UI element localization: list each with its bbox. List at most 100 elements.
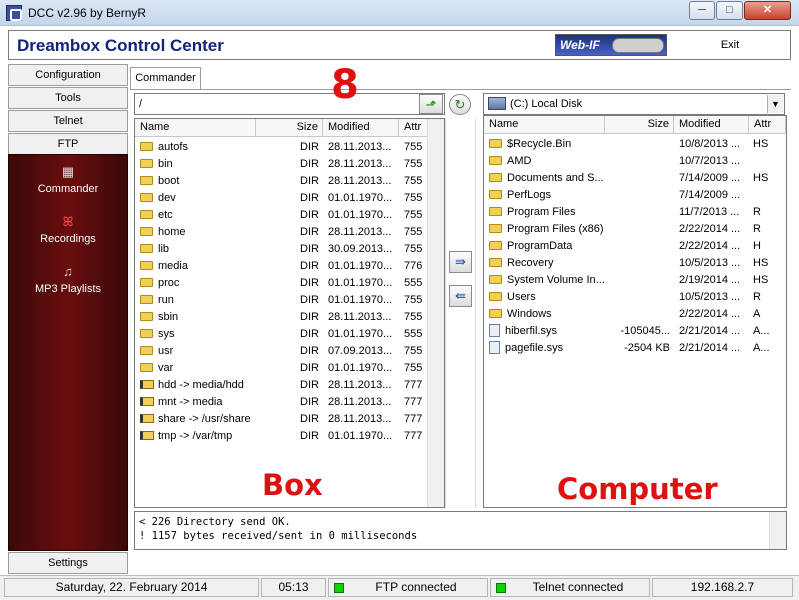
- column-header-size[interactable]: Size: [605, 116, 674, 134]
- list-item[interactable]: mnt -> media DIR 28.11.2013... 777: [135, 394, 444, 411]
- cell-attr: 755: [404, 190, 430, 207]
- column-header-modified[interactable]: Modified: [323, 119, 399, 137]
- parent-directory-icon[interactable]: ⬏: [419, 94, 443, 114]
- column-header-name[interactable]: Name: [484, 116, 605, 134]
- nav-item-recordings[interactable]: ꕤ Recordings: [9, 215, 127, 246]
- column-header-size[interactable]: Size: [256, 119, 323, 137]
- cell-text: share -> /usr/share: [158, 413, 251, 425]
- tab-commander[interactable]: Commander: [130, 67, 201, 90]
- cell-attr: 555: [404, 326, 430, 343]
- list-item[interactable]: Users 10/5/2013 ... R: [484, 289, 786, 306]
- list-item[interactable]: bin DIR 28.11.2013... 755: [135, 156, 444, 173]
- list-item[interactable]: proc DIR 01.01.1970... 555: [135, 275, 444, 292]
- app-name: Dreambox Control Center: [17, 36, 224, 55]
- computer-file-list[interactable]: Name Size Modified Attr $Recycle.Bin 10/8…: [483, 115, 787, 508]
- list-item[interactable]: hdd -> media/hdd DIR 28.11.2013... 777: [135, 377, 444, 394]
- list-item[interactable]: autofs DIR 28.11.2013... 755: [135, 139, 444, 156]
- cell-text: A...: [753, 342, 770, 354]
- box-file-list[interactable]: Name Size Modified Attr autofs DIR 28.11.2…: [134, 118, 445, 508]
- cell-modified: 28.11.2013...: [328, 377, 400, 394]
- list-item[interactable]: pagefile.sys -2504 KB 2/21/2014 ... A...: [484, 340, 786, 357]
- nav-telnet[interactable]: Telnet: [8, 110, 128, 132]
- cell-text: 755: [404, 141, 423, 153]
- list-item[interactable]: Program Files 11/7/2013 ... R: [484, 204, 786, 221]
- status-time: 05:13: [261, 578, 326, 597]
- column-header-modified[interactable]: Modified: [674, 116, 749, 134]
- list-item[interactable]: Windows 2/22/2014 ... A: [484, 306, 786, 323]
- list-item[interactable]: tmp -> /var/tmp DIR 01.01.1970... 777: [135, 428, 444, 445]
- list-item[interactable]: boot DIR 28.11.2013... 755: [135, 173, 444, 190]
- cell-modified: 2/19/2014 ...: [679, 272, 749, 289]
- list-item[interactable]: media DIR 01.01.1970... 776: [135, 258, 444, 275]
- status-ip: 192.168.2.7: [652, 578, 793, 597]
- nav-item-mp3-playlists[interactable]: ♫ MP3 Playlists: [9, 265, 127, 296]
- list-item[interactable]: Documents and S... 7/14/2009 ... HS: [484, 170, 786, 187]
- cell-text: Windows: [507, 308, 552, 320]
- cell-name: Windows: [489, 306, 605, 323]
- list-item[interactable]: sbin DIR 28.11.2013... 755: [135, 309, 444, 326]
- list-item[interactable]: etc DIR 01.01.1970... 755: [135, 207, 444, 224]
- cell-text: hdd -> media/hdd: [158, 379, 244, 391]
- nav-configuration[interactable]: Configuration: [8, 64, 128, 86]
- refresh-icon[interactable]: ↻: [449, 94, 471, 115]
- chevron-down-icon[interactable]: ▼: [767, 95, 783, 113]
- cell-text: 755: [404, 158, 423, 170]
- cell-modified: 2/22/2014 ...: [679, 306, 749, 323]
- list-item[interactable]: hiberfil.sys -105045... 2/21/2014 ... A...: [484, 323, 786, 340]
- cell-name: home: [140, 224, 256, 241]
- folder-icon: [489, 258, 502, 267]
- cell-text: HS: [753, 138, 769, 150]
- list-item[interactable]: Program Files (x86) 2/22/2014 ... R: [484, 221, 786, 238]
- nav-item-commander[interactable]: ▦ Commander: [9, 165, 127, 196]
- column-header-name[interactable]: Name: [135, 119, 256, 137]
- list-item[interactable]: home DIR 28.11.2013... 755: [135, 224, 444, 241]
- cell-text: DIR: [300, 362, 319, 374]
- cell-attr: 755: [404, 139, 430, 156]
- column-header-attr[interactable]: Attr: [749, 116, 786, 134]
- cell-attr: 755: [404, 156, 430, 173]
- list-item[interactable]: dev DIR 01.01.1970... 755: [135, 190, 444, 207]
- list-item[interactable]: sys DIR 01.01.1970... 555: [135, 326, 444, 343]
- cell-modified: 01.01.1970...: [328, 275, 400, 292]
- cell-text: 555: [404, 328, 423, 340]
- list-item[interactable]: usr DIR 07.09.2013... 755: [135, 343, 444, 360]
- cell-text: DIR: [300, 158, 319, 170]
- list-item[interactable]: ProgramData 2/22/2014 ... H: [484, 238, 786, 255]
- list-item[interactable]: share -> /usr/share DIR 28.11.2013... 777: [135, 411, 444, 428]
- cell-name: lib: [140, 241, 256, 258]
- cell-size: DIR: [256, 428, 319, 445]
- cell-attr: 777: [404, 411, 430, 428]
- cell-size: DIR: [256, 139, 319, 156]
- cell-text: 7/14/2009 ...: [679, 172, 741, 184]
- cell-attr: A...: [753, 340, 786, 357]
- cell-text: dev: [158, 192, 176, 204]
- list-item[interactable]: run DIR 01.01.1970... 755: [135, 292, 444, 309]
- nav-item-label: Commander: [37, 183, 99, 195]
- nav-tools[interactable]: Tools: [8, 87, 128, 109]
- list-item[interactable]: var DIR 01.01.1970... 755: [135, 360, 444, 377]
- drive-select[interactable]: (C:) Local Disk ▼: [483, 93, 785, 115]
- cell-name: share -> /usr/share: [140, 411, 256, 428]
- close-button[interactable]: ✕: [744, 1, 791, 20]
- webif-button[interactable]: Web-IF: [555, 34, 667, 56]
- cell-text: autofs: [158, 141, 188, 153]
- cell-text: PerfLogs: [507, 189, 552, 201]
- nav-settings[interactable]: Settings: [8, 552, 128, 574]
- list-item[interactable]: lib DIR 30.09.2013... 755: [135, 241, 444, 258]
- list-item[interactable]: System Volume In... 2/19/2014 ... HS: [484, 272, 786, 289]
- nav-ftp[interactable]: FTP: [8, 133, 128, 155]
- drive-label: (C:) Local Disk: [510, 98, 583, 110]
- minimize-button[interactable]: ─: [689, 1, 715, 20]
- exit-button[interactable]: Exit: [675, 34, 785, 56]
- cell-text: DIR: [300, 192, 319, 204]
- list-item[interactable]: $Recycle.Bin 10/8/2013 ... HS: [484, 136, 786, 153]
- maximize-button[interactable]: □: [716, 1, 743, 20]
- cell-text: Users: [507, 291, 536, 303]
- log-scrollbar[interactable]: [769, 512, 786, 549]
- list-item[interactable]: Recovery 10/5/2013 ... HS: [484, 255, 786, 272]
- cell-text: sys: [158, 328, 175, 340]
- box-path-input[interactable]: /: [134, 93, 445, 115]
- cell-text: tmp -> /var/tmp: [158, 430, 233, 442]
- list-item[interactable]: PerfLogs 7/14/2009 ...: [484, 187, 786, 204]
- list-item[interactable]: AMD 10/7/2013 ...: [484, 153, 786, 170]
